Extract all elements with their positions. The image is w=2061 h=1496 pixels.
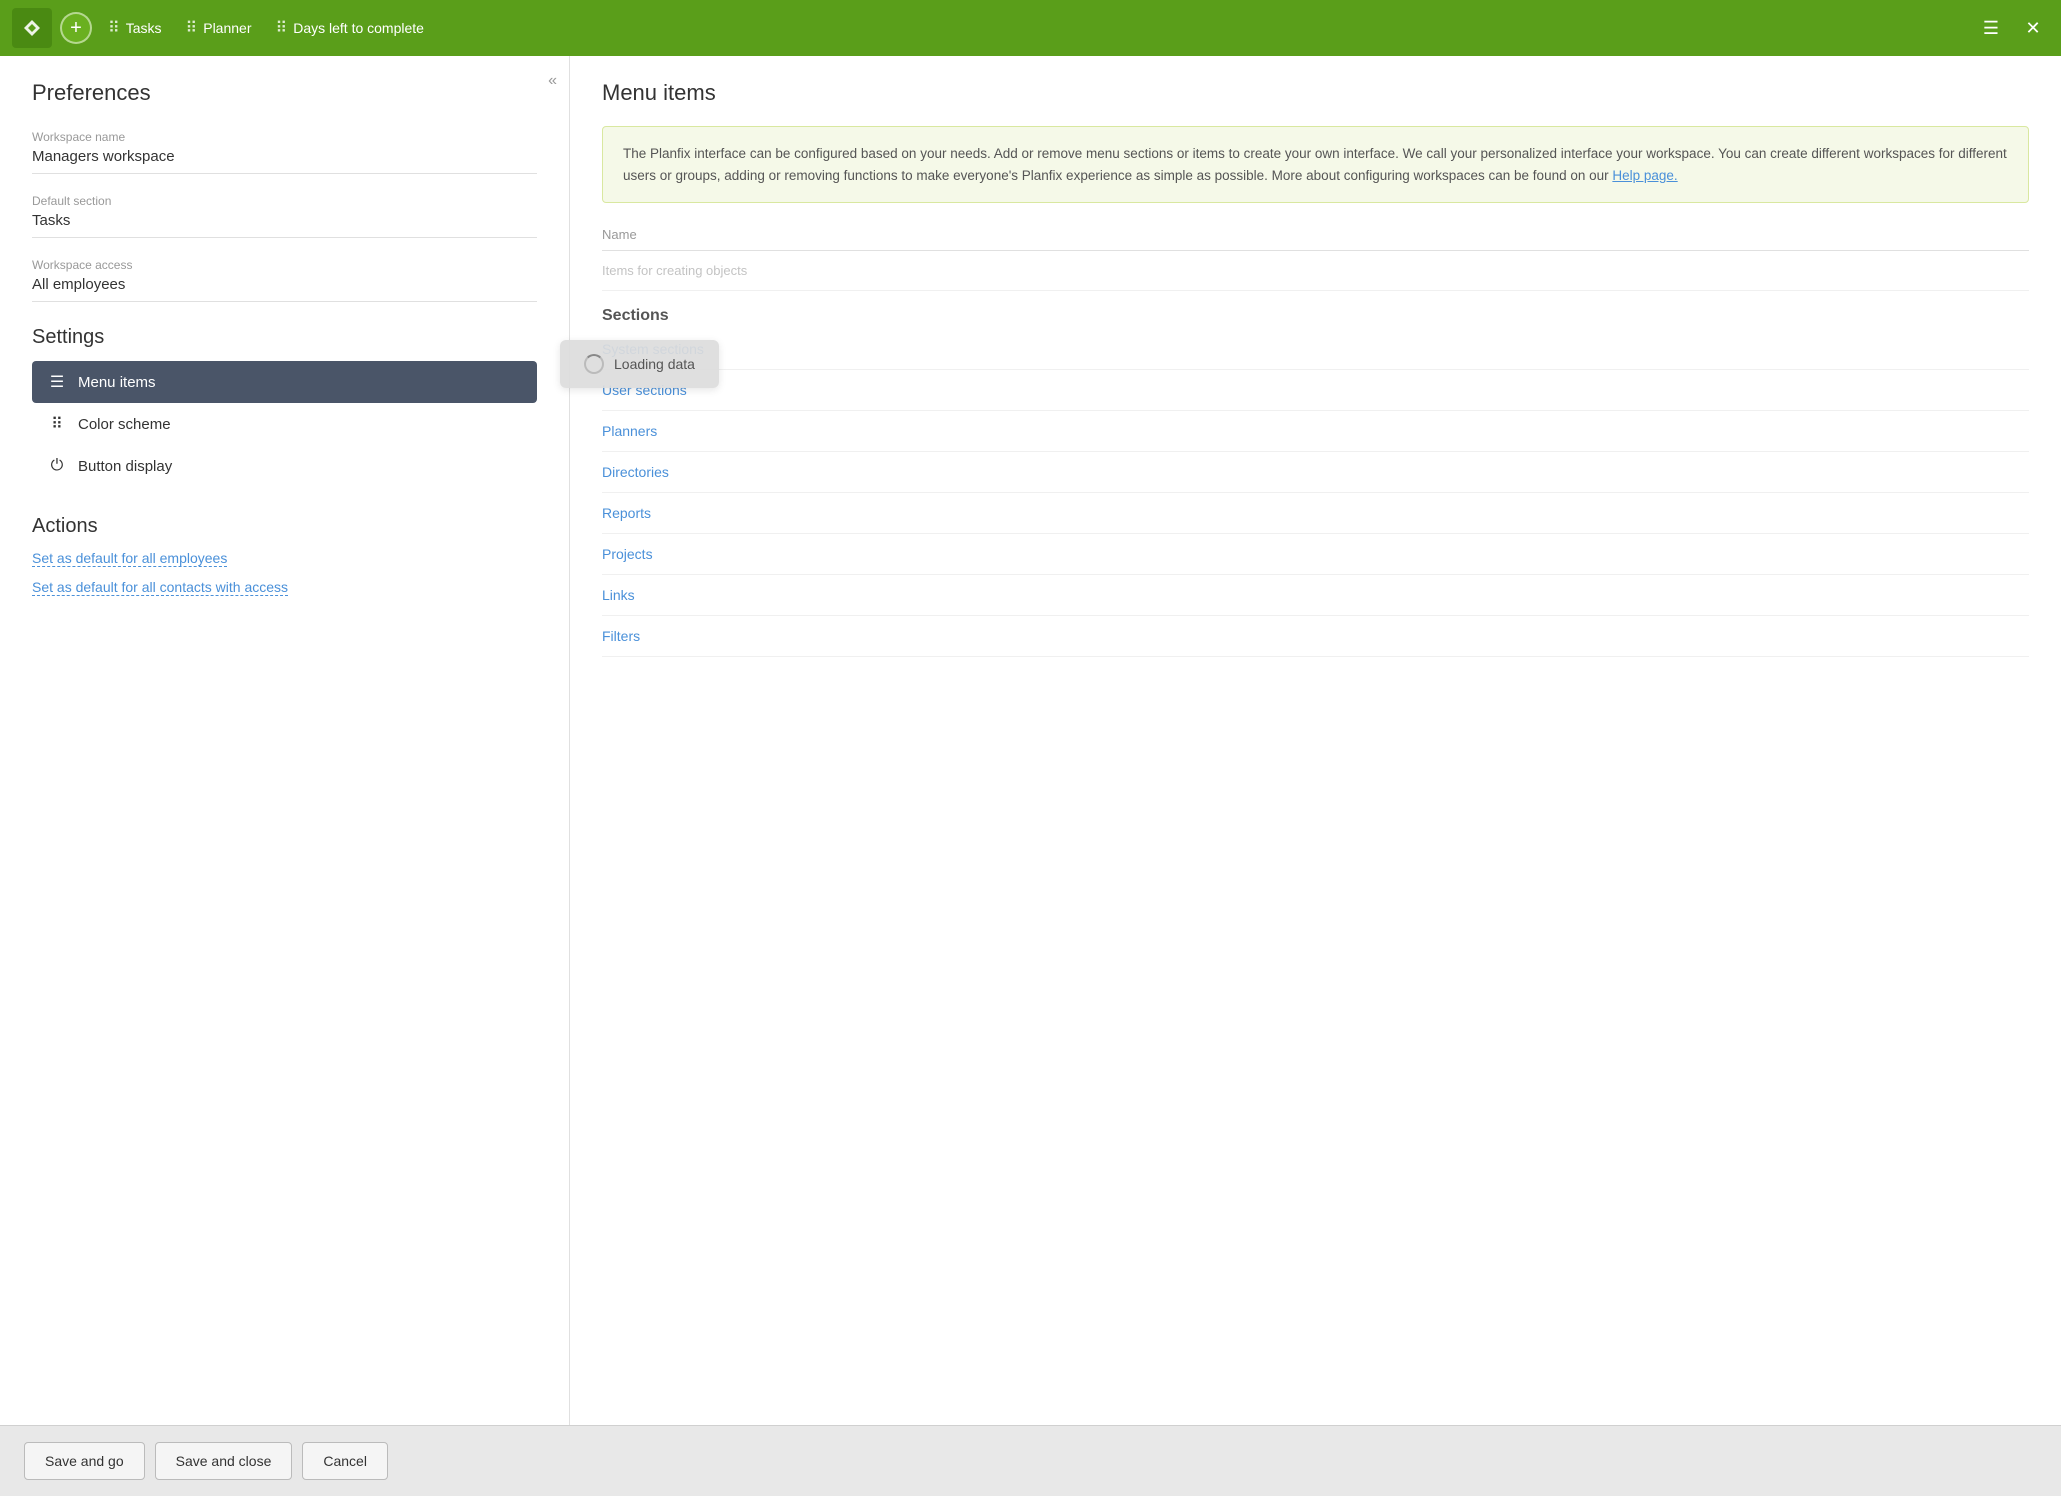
- settings-item-color-scheme[interactable]: ⠿ Color scheme: [32, 403, 537, 445]
- default-section-label: Default section: [32, 194, 537, 208]
- collapse-button[interactable]: «: [548, 72, 557, 90]
- menu-items-label: Menu items: [78, 374, 156, 391]
- section-link-system-sections[interactable]: System sections: [602, 329, 2029, 370]
- name-column-header: Name: [602, 227, 2029, 251]
- menu-items-icon: ☰: [46, 371, 68, 393]
- add-button[interactable]: +: [60, 12, 92, 44]
- left-panel: « Preferences Workspace name Managers wo…: [0, 56, 570, 1425]
- days-left-label: Days left to complete: [293, 20, 424, 36]
- default-section-value: Tasks: [32, 212, 537, 238]
- topbar-right: ☰ ✕: [1975, 12, 2049, 44]
- preferences-title: Preferences: [32, 80, 537, 106]
- tasks-label: Tasks: [126, 20, 162, 36]
- workspace-name-value: Managers workspace: [32, 148, 537, 174]
- tasks-grid-icon: ⠿: [108, 18, 120, 38]
- section-link-filters[interactable]: Filters: [602, 616, 2029, 657]
- action-links: Set as default for all employees Set as d…: [32, 550, 537, 608]
- close-button[interactable]: ✕: [2017, 12, 2049, 44]
- loading-text: Loading data: [614, 356, 695, 372]
- menu-items-title: Menu items: [602, 80, 2029, 106]
- right-panel: Menu items The Planfix interface can be …: [570, 56, 2061, 1425]
- topbar: + ⠿ Tasks ⠿ Planner ⠿ Days left to compl…: [0, 0, 2061, 56]
- logo: [12, 8, 52, 48]
- loading-overlay: Loading data: [560, 340, 719, 388]
- days-left-nav[interactable]: ⠿ Days left to complete: [268, 14, 432, 42]
- cancel-button[interactable]: Cancel: [302, 1442, 388, 1480]
- actions-title: Actions: [32, 515, 537, 538]
- help-page-link[interactable]: Help page.: [1612, 168, 1677, 183]
- set-default-contacts[interactable]: Set as default for all contacts with acc…: [32, 579, 288, 596]
- planner-grid-icon: ⠿: [186, 18, 198, 38]
- color-scheme-icon: ⠿: [46, 413, 68, 435]
- settings-item-menu-items[interactable]: ☰ Menu items: [32, 361, 537, 403]
- settings-item-button-display[interactable]: ⏻ Button display: [32, 445, 537, 487]
- button-display-label: Button display: [78, 458, 172, 475]
- tasks-nav[interactable]: ⠿ Tasks: [100, 14, 170, 42]
- workspace-access-label: Workspace access: [32, 258, 537, 272]
- default-section-group: Default section Tasks: [32, 194, 537, 238]
- planner-label: Planner: [203, 20, 251, 36]
- section-link-links[interactable]: Links: [602, 575, 2029, 616]
- info-text: The Planfix interface can be configured …: [623, 146, 2007, 183]
- color-scheme-label: Color scheme: [78, 416, 171, 433]
- section-link-projects[interactable]: Projects: [602, 534, 2029, 575]
- workspace-name-group: Workspace name Managers workspace: [32, 130, 537, 174]
- set-default-employees[interactable]: Set as default for all employees: [32, 550, 227, 567]
- dialog-footer: Save and go Save and close Cancel: [0, 1425, 2061, 1496]
- button-display-icon: ⏻: [46, 455, 68, 477]
- dialog: « Preferences Workspace name Managers wo…: [0, 56, 2061, 1496]
- section-links: System sectionsUser sectionsPlannersDire…: [602, 329, 2029, 657]
- section-link-reports[interactable]: Reports: [602, 493, 2029, 534]
- days-left-grid-icon: ⠿: [276, 18, 288, 38]
- menu-button[interactable]: ☰: [1975, 12, 2007, 44]
- sections-title: Sections: [602, 307, 2029, 325]
- section-link-user-sections[interactable]: User sections: [602, 370, 2029, 411]
- planner-nav[interactable]: ⠿ Planner: [178, 14, 260, 42]
- settings-title: Settings: [32, 326, 537, 349]
- section-link-directories[interactable]: Directories: [602, 452, 2029, 493]
- settings-list: ☰ Menu items ⠿ Color scheme ⏻ Button dis…: [32, 361, 537, 487]
- save-close-button[interactable]: Save and close: [155, 1442, 293, 1480]
- loading-spinner: [584, 354, 604, 374]
- items-placeholder: Items for creating objects: [602, 251, 2029, 291]
- section-link-planners[interactable]: Planners: [602, 411, 2029, 452]
- save-go-button[interactable]: Save and go: [24, 1442, 145, 1480]
- info-box: The Planfix interface can be configured …: [602, 126, 2029, 203]
- workspace-name-label: Workspace name: [32, 130, 537, 144]
- dialog-body: « Preferences Workspace name Managers wo…: [0, 56, 2061, 1425]
- workspace-access-value: All employees: [32, 276, 537, 302]
- workspace-access-group: Workspace access All employees: [32, 258, 537, 302]
